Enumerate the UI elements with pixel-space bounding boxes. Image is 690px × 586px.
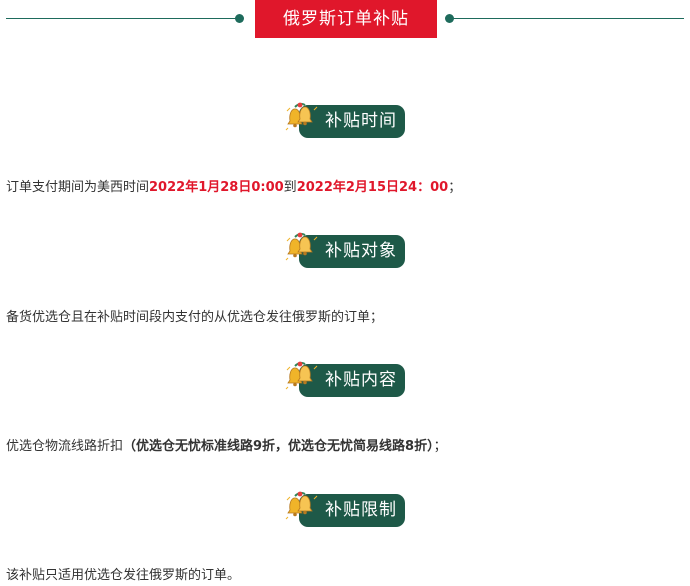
highlight-start-date: 2022年1月28日0:00 (149, 180, 284, 195)
highlight-end-date: 2022年2月15日24：00 (296, 180, 449, 195)
text-prefix: 优选仓物流线路折扣 (6, 439, 124, 454)
christmas-bells-icon (285, 102, 318, 131)
section-badge-content: 补贴内容 (285, 360, 409, 400)
header-dot-left (235, 14, 244, 23)
header-divider-left (6, 18, 238, 19)
christmas-bells-icon (285, 361, 318, 390)
section-text-time: 订单支付期间为美西时间2022年1月28日0:00到2022年2月15日24：0… (6, 179, 461, 197)
text-suffix: ； (448, 180, 462, 195)
page-header: 俄罗斯订单补贴 (0, 0, 690, 38)
section-text-target: 备货优选仓且在补贴时间段内支付的从优选仓发往俄罗斯的订单； (6, 310, 384, 325)
text-connector: 到 (283, 180, 297, 195)
page-title: 俄罗斯订单补贴 (255, 0, 437, 38)
section-text-limit: 该补贴只适用优选仓发往俄罗斯的订单。 (6, 568, 241, 583)
section-badge-time: 补贴时间 (285, 101, 409, 141)
section-text-content: 优选仓物流线路折扣（优选仓无忧标准线路9折，优选仓无忧简易线路8折）； (6, 438, 447, 456)
christmas-bells-icon (285, 491, 318, 520)
christmas-bells-icon (285, 232, 318, 261)
header-divider-right (452, 18, 684, 19)
section-badge-target: 补贴对象 (285, 231, 409, 271)
discount-details: （优选仓无忧标准线路9折，优选仓无忧简易线路8折） (123, 439, 434, 454)
text-suffix: ； (433, 439, 447, 454)
text-prefix: 订单支付期间为美西时间 (6, 180, 150, 195)
section-badge-limit: 补贴限制 (285, 490, 409, 530)
